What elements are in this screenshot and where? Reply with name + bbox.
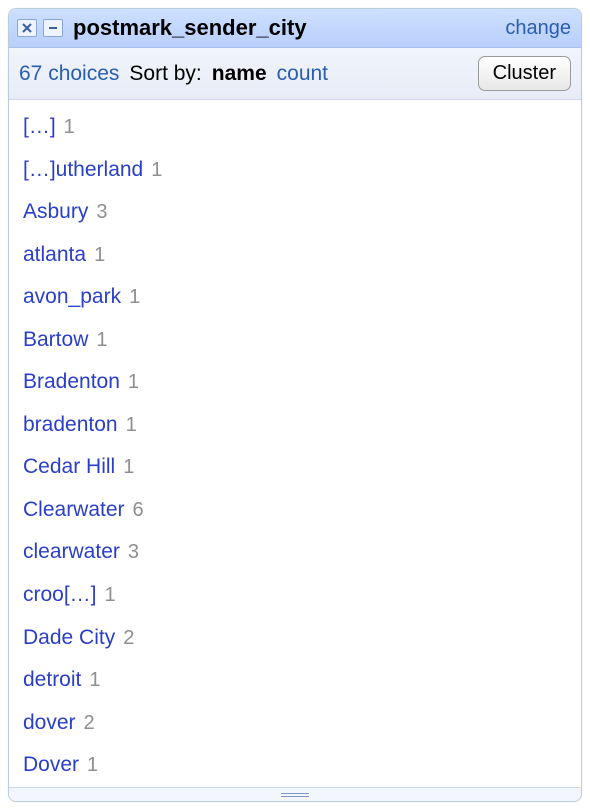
choice-count: 1 <box>128 367 139 398</box>
choice-name[interactable]: Bartow <box>23 324 88 357</box>
list-item: clearwater 3 <box>9 531 581 574</box>
list-item: […]utherland 1 <box>9 149 581 192</box>
list-item: atlanta 1 <box>9 234 581 277</box>
list-item: dover 2 <box>9 702 581 745</box>
choice-name[interactable]: Clearwater <box>23 494 125 527</box>
choice-count: 3 <box>128 537 139 568</box>
list-item: detroit 1 <box>9 659 581 702</box>
choice-name[interactable]: bradenton <box>23 409 118 442</box>
sort-name-option[interactable]: name <box>212 62 267 86</box>
choice-name[interactable]: atlanta <box>23 239 86 272</box>
choice-count: 1 <box>89 665 100 696</box>
list-item: Bradenton 1 <box>9 361 581 404</box>
choice-count: 1 <box>129 282 140 313</box>
list-item: bradenton 1 <box>9 404 581 447</box>
choices-count-link[interactable]: 67 choices <box>19 62 119 86</box>
choice-name[interactable]: Cedar Hill <box>23 451 115 484</box>
list-item: Clearwater 6 <box>9 489 581 532</box>
choice-name[interactable]: detroit <box>23 664 81 697</box>
choice-count: 1 <box>151 155 162 186</box>
choice-count: 2 <box>84 708 95 739</box>
facet-subheader: 67 choices Sort by: name count Cluster <box>9 48 581 100</box>
list-item: Dover 1 <box>9 744 581 787</box>
sort-count-option[interactable]: count <box>277 62 328 86</box>
list-item: avon_park 1 <box>9 276 581 319</box>
minimize-icon <box>47 22 59 34</box>
choice-count: 1 <box>123 452 134 483</box>
facet-panel: postmark_sender_city change 67 choices S… <box>8 8 582 802</box>
list-item: Bartow 1 <box>9 319 581 362</box>
choice-name[interactable]: Dover <box>23 749 79 782</box>
facet-footer <box>9 787 581 801</box>
choice-count: 6 <box>133 495 144 526</box>
choice-count: 2 <box>123 623 134 654</box>
choice-name[interactable]: clearwater <box>23 536 120 569</box>
collapse-button[interactable] <box>43 19 63 37</box>
close-icon <box>21 22 33 34</box>
sort-by-label: Sort by: <box>129 62 201 86</box>
choice-name[interactable]: […] <box>23 111 56 144</box>
choice-count: 1 <box>64 112 75 143</box>
facet-header: postmark_sender_city change <box>9 9 581 48</box>
choice-name[interactable]: […]utherland <box>23 154 143 187</box>
change-link[interactable]: change <box>505 17 571 40</box>
close-button[interactable] <box>17 19 37 37</box>
list-item: croo[…] 1 <box>9 574 581 617</box>
list-item: Dade City 2 <box>9 617 581 660</box>
list-item: Cedar Hill 1 <box>9 446 581 489</box>
choice-name[interactable]: dover <box>23 707 76 740</box>
choice-count: 1 <box>96 325 107 356</box>
choice-count: 1 <box>105 580 116 611</box>
choice-name[interactable]: avon_park <box>23 281 121 314</box>
list-item: Asbury 3 <box>9 191 581 234</box>
list-item: […] 1 <box>9 106 581 149</box>
choice-name[interactable]: Bradenton <box>23 366 120 399</box>
choice-name[interactable]: croo[…] <box>23 579 97 612</box>
resize-handle[interactable] <box>281 792 309 798</box>
choice-count: 1 <box>126 410 137 441</box>
choice-count: 1 <box>94 240 105 271</box>
choice-count: 3 <box>96 197 107 228</box>
choice-name[interactable]: Dade City <box>23 622 115 655</box>
choice-count: 1 <box>87 750 98 781</box>
cluster-button[interactable]: Cluster <box>478 56 571 91</box>
facet-choice-list: […]1[…]utherland1Asbury3atlanta1avon_par… <box>9 100 581 787</box>
choice-name[interactable]: Asbury <box>23 196 88 229</box>
facet-title: postmark_sender_city <box>73 15 307 41</box>
